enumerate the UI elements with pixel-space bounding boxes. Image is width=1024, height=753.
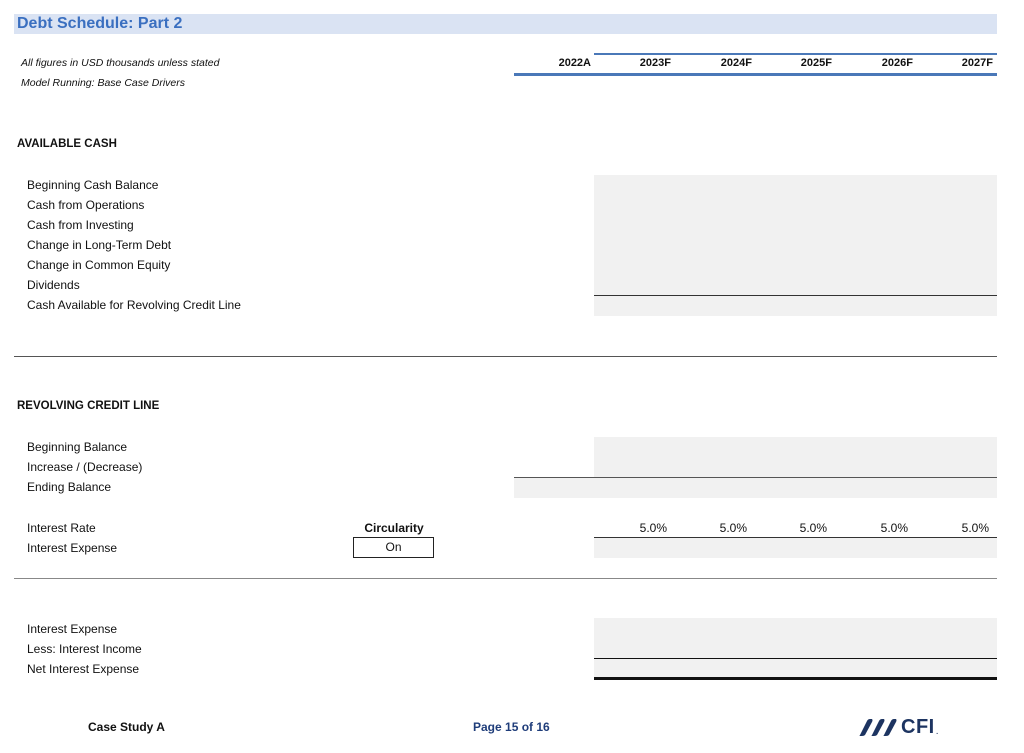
revolver-forecast-cells[interactable] [594,437,997,477]
column-header-2022a: 2022A [558,57,591,69]
available-cash-title: AVAILABLE CASH [17,138,117,150]
row-net-interest-expense-line: Interest Expense [27,622,118,636]
interest-rate-2023f[interactable]: 5.0% [607,521,667,535]
column-header-2026f: 2026F [881,57,913,69]
section-divider-2 [14,578,997,579]
row-cash-from-investing: Cash from Investing [27,218,134,232]
interest-rate-2025f[interactable]: 5.0% [767,521,827,535]
net-interest-cells[interactable] [594,618,997,678]
column-header-2024f: 2024F [720,57,752,69]
net-interest-subtotal-rule [594,658,997,659]
page-title: Debt Schedule: Part 2 [17,15,183,32]
net-interest-total-rule [594,677,997,680]
interest-rate-2024f[interactable]: 5.0% [687,521,747,535]
footer-page-number: Page 15 of 16 [473,720,550,734]
interest-rate-2026f[interactable]: 5.0% [848,521,908,535]
header-bottom-rule [514,73,997,76]
column-header-2023f: 2023F [639,57,671,69]
footer-case-study: Case Study A [88,720,165,734]
row-cash-from-operations: Cash from Operations [27,198,145,212]
cfi-logo-dot: . [935,725,939,737]
row-interest-expense: Interest Expense [27,541,118,555]
row-interest-rate: Interest Rate [27,521,96,535]
row-cash-available-revolver: Cash Available for Revolving Credit Line [27,298,241,312]
row-change-long-term-debt: Change in Long-Term Debt [27,238,172,252]
row-net-interest-expense: Net Interest Expense [27,662,140,676]
revolver-ending-rule [514,477,997,478]
model-running-note: Model Running: Base Case Drivers [21,77,185,89]
row-change-common-equity: Change in Common Equity [27,258,171,272]
row-dividends: Dividends [27,278,80,292]
cfi-stripes-icon [859,719,897,736]
row-less-interest-income: Less: Interest Income [27,642,142,656]
row-revolver-increase-decrease: Increase / (Decrease) [27,460,143,474]
cfi-logo-text: CFI [901,715,935,738]
column-header-2027f: 2027F [961,57,993,69]
section-divider [14,356,997,357]
circularity-label: Circularity [364,521,424,535]
column-header-2025f: 2025F [800,57,832,69]
available-cash-subtotal-rule [594,295,997,296]
revolver-title: REVOLVING CREDIT LINE [17,400,160,412]
units-note: All figures in USD thousands unless stat… [21,57,220,69]
header-top-rule [594,53,997,55]
cfi-logo: CFI . [858,714,939,740]
circularity-toggle[interactable]: On [353,537,434,558]
revolver-ending-balance-cells[interactable] [514,478,997,498]
row-revolver-beginning-balance: Beginning Balance [27,440,128,454]
row-revolver-ending-balance: Ending Balance [27,480,112,494]
interest-rate-2027f[interactable]: 5.0% [929,521,989,535]
interest-expense-cells[interactable] [594,538,997,558]
row-beginning-cash-balance: Beginning Cash Balance [27,178,159,192]
